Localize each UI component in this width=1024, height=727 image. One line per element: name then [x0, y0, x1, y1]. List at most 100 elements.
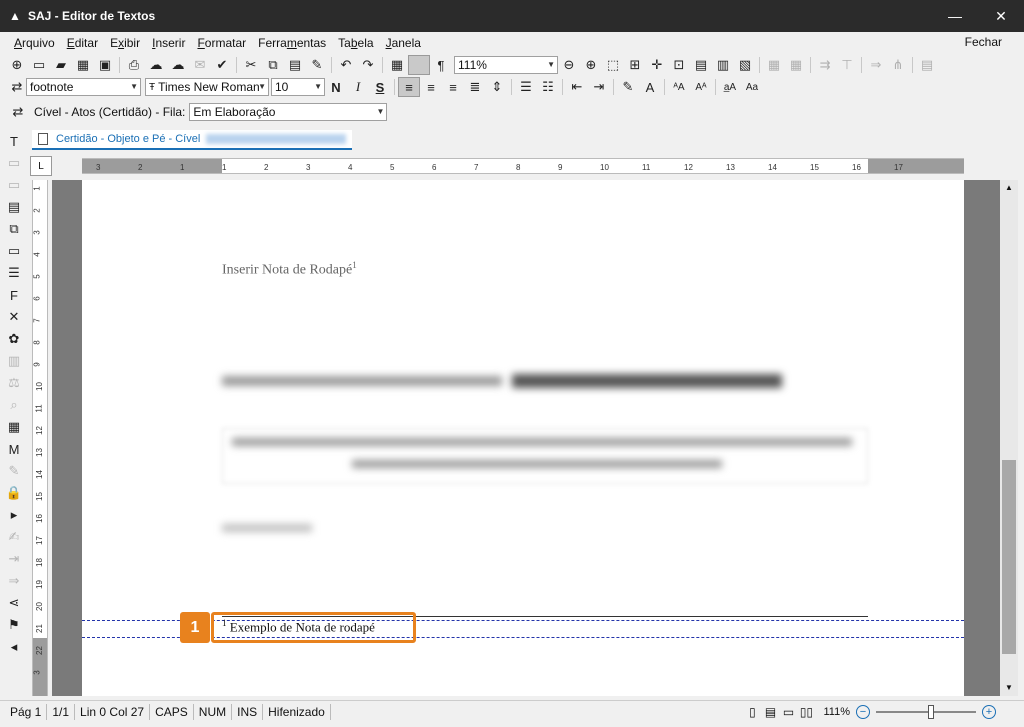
- zoom-combo[interactable]: 111% ▼: [454, 56, 558, 74]
- undo-icon[interactable]: ↶: [335, 55, 357, 75]
- print-icon[interactable]: ⎙: [123, 55, 145, 75]
- options-icon[interactable]: ▤: [916, 55, 938, 75]
- highlight-color-icon[interactable]: ✎: [617, 77, 639, 97]
- underline-button[interactable]: S: [369, 77, 391, 97]
- align-justify-icon[interactable]: ≣: [464, 77, 486, 97]
- chevron-right-icon[interactable]: ▸: [0, 504, 28, 526]
- table-cell-icon[interactable]: ⊡: [668, 55, 690, 75]
- stamp-icon[interactable]: ⚖: [0, 372, 28, 394]
- flow-right-icon[interactable]: ⇒: [865, 55, 887, 75]
- seal-icon[interactable]: ✿: [0, 328, 28, 350]
- zoom-out-icon[interactable]: ⊖: [558, 55, 580, 75]
- menu-item-ferramentas[interactable]: Ferramentas: [252, 36, 332, 50]
- forward-icon[interactable]: ⇒: [0, 570, 28, 592]
- comment-icon[interactable]: ▭: [0, 240, 28, 262]
- open-folder-icon[interactable]: ▰: [50, 55, 72, 75]
- close-icon[interactable]: ✕: [978, 0, 1024, 32]
- table-select-icon[interactable]: ⬚: [602, 55, 624, 75]
- save-icon[interactable]: ▣: [94, 55, 116, 75]
- text-tools-icon[interactable]: T: [0, 130, 28, 152]
- scroll-thumb[interactable]: [1002, 460, 1016, 654]
- document-heading[interactable]: Inserir Nota de Rodapé1: [222, 260, 357, 279]
- chevron-left-icon[interactable]: ◂: [0, 636, 28, 658]
- web-layout-icon[interactable]: ▭: [779, 704, 797, 720]
- table-icon[interactable]: ▦: [386, 55, 408, 75]
- flow-icon[interactable]: ⇉: [814, 55, 836, 75]
- case-icon[interactable]: a̲A: [719, 77, 741, 97]
- calendar-icon[interactable]: ▦: [0, 416, 28, 438]
- grow-font-icon[interactable]: ᴬA: [668, 77, 690, 97]
- format-painter-icon[interactable]: ✎: [306, 55, 328, 75]
- table-merge-icon[interactable]: ▧: [734, 55, 756, 75]
- style-combo[interactable]: footnote ▼: [26, 78, 141, 96]
- cut-icon[interactable]: ✂: [240, 55, 262, 75]
- line-spacing-icon[interactable]: ⇕: [486, 77, 508, 97]
- change-case-icon[interactable]: Aa: [741, 77, 763, 97]
- font-color-icon[interactable]: A: [639, 77, 661, 97]
- scroll-down-icon[interactable]: ▼: [1000, 680, 1018, 696]
- align-left-icon[interactable]: ≡: [398, 77, 420, 97]
- close-document-menu[interactable]: Fechar: [965, 35, 1002, 49]
- menu-item-editar[interactable]: Editar: [61, 36, 104, 50]
- zoom-in-icon[interactable]: ⊕: [580, 55, 602, 75]
- zoom-slider-knob[interactable]: [927, 705, 934, 719]
- table-insert-icon[interactable]: ▦: [763, 55, 785, 75]
- insert-field-icon[interactable]: ▭: [0, 152, 28, 174]
- grid-toggle-icon[interactable]: [408, 55, 430, 75]
- variable-icon[interactable]: F: [0, 284, 28, 306]
- two-pages-icon[interactable]: ▯▯: [797, 704, 815, 720]
- cloud-sync-icon[interactable]: ☁: [167, 55, 189, 75]
- shrink-font-icon[interactable]: Aᴬ: [690, 77, 712, 97]
- paint-icon[interactable]: ⚑: [0, 614, 28, 636]
- tab-stop-selector[interactable]: L: [30, 156, 52, 176]
- numbered-list-icon[interactable]: ☷: [537, 77, 559, 97]
- open-model-icon[interactable]: ▦: [72, 55, 94, 75]
- search-documents-icon[interactable]: ⌕: [0, 394, 28, 416]
- queue-combo[interactable]: Em Elaboração ▼: [189, 103, 388, 121]
- edit-icon[interactable]: ✎: [0, 460, 28, 482]
- branch-icon[interactable]: ⋔: [887, 55, 909, 75]
- signature-icon[interactable]: ✍: [0, 526, 28, 548]
- remove-variable-icon[interactable]: ✕: [0, 306, 28, 328]
- italic-button[interactable]: I: [347, 77, 369, 97]
- redo-icon[interactable]: ↷: [357, 55, 379, 75]
- menu-item-janela[interactable]: Janela: [380, 36, 427, 50]
- tab-document[interactable]: Certidão - Objeto e Pé - Cível: [32, 130, 353, 150]
- copy-document-icon[interactable]: ⧉: [0, 218, 28, 240]
- minimize-icon[interactable]: —: [932, 0, 978, 32]
- font-combo[interactable]: Ŧ Times New Roman ▼: [145, 78, 269, 96]
- vertical-scrollbar[interactable]: ▲ ▼: [1000, 180, 1018, 696]
- horizontal-ruler[interactable]: 3 2 1 1 2 3 4 5 6 7 8 9 10 11 12 13 14 15 16 17: [82, 158, 964, 174]
- table-rows-icon[interactable]: ▤: [690, 55, 712, 75]
- share-icon[interactable]: ⋖: [0, 592, 28, 614]
- table-split-icon[interactable]: ▥: [712, 55, 734, 75]
- menu-item-inserir[interactable]: Inserir: [146, 36, 191, 50]
- folder-icon[interactable]: ▭: [0, 174, 28, 196]
- pilcrow-icon[interactable]: ¶: [430, 55, 452, 75]
- menu-item-arquivo[interactable]: Arquivo: [8, 36, 61, 50]
- spellcheck-icon[interactable]: ✔: [211, 55, 233, 75]
- menu-item-tabela[interactable]: Tabela: [332, 36, 379, 50]
- vertical-ruler[interactable]: 1 2 3 4 5 6 7 8 9 10 11 12 13 14 15 16 17 18 19 20 21 22 3: [32, 180, 48, 696]
- lock-icon[interactable]: 🔒: [0, 482, 28, 504]
- scroll-up-icon[interactable]: ▲: [1000, 180, 1018, 196]
- tree-icon[interactable]: ⊤: [836, 55, 858, 75]
- zoom-in-button[interactable]: +: [982, 705, 996, 719]
- email-icon[interactable]: ✉: [189, 55, 211, 75]
- new-from-template-icon[interactable]: ⊕: [6, 55, 28, 75]
- print-layout-icon[interactable]: ▤: [761, 704, 779, 720]
- paste-icon[interactable]: ▤: [284, 55, 306, 75]
- table-cross-icon[interactable]: ✛: [646, 55, 668, 75]
- table-grid-icon[interactable]: ⊞: [624, 55, 646, 75]
- align-center-icon[interactable]: ≡: [420, 77, 442, 97]
- cloud-upload-icon[interactable]: ☁: [145, 55, 167, 75]
- zoom-slider[interactable]: [876, 705, 976, 719]
- zoom-out-button[interactable]: −: [856, 705, 870, 719]
- list-icon[interactable]: ☰: [0, 262, 28, 284]
- menu-item-formatar[interactable]: Formatar: [191, 36, 252, 50]
- bold-button[interactable]: N: [325, 77, 347, 97]
- table-delete-icon[interactable]: ▦: [785, 55, 807, 75]
- decrease-indent-icon[interactable]: ⇤: [566, 77, 588, 97]
- page-view-icon[interactable]: ▯: [743, 704, 761, 720]
- columns-icon[interactable]: ▥: [0, 350, 28, 372]
